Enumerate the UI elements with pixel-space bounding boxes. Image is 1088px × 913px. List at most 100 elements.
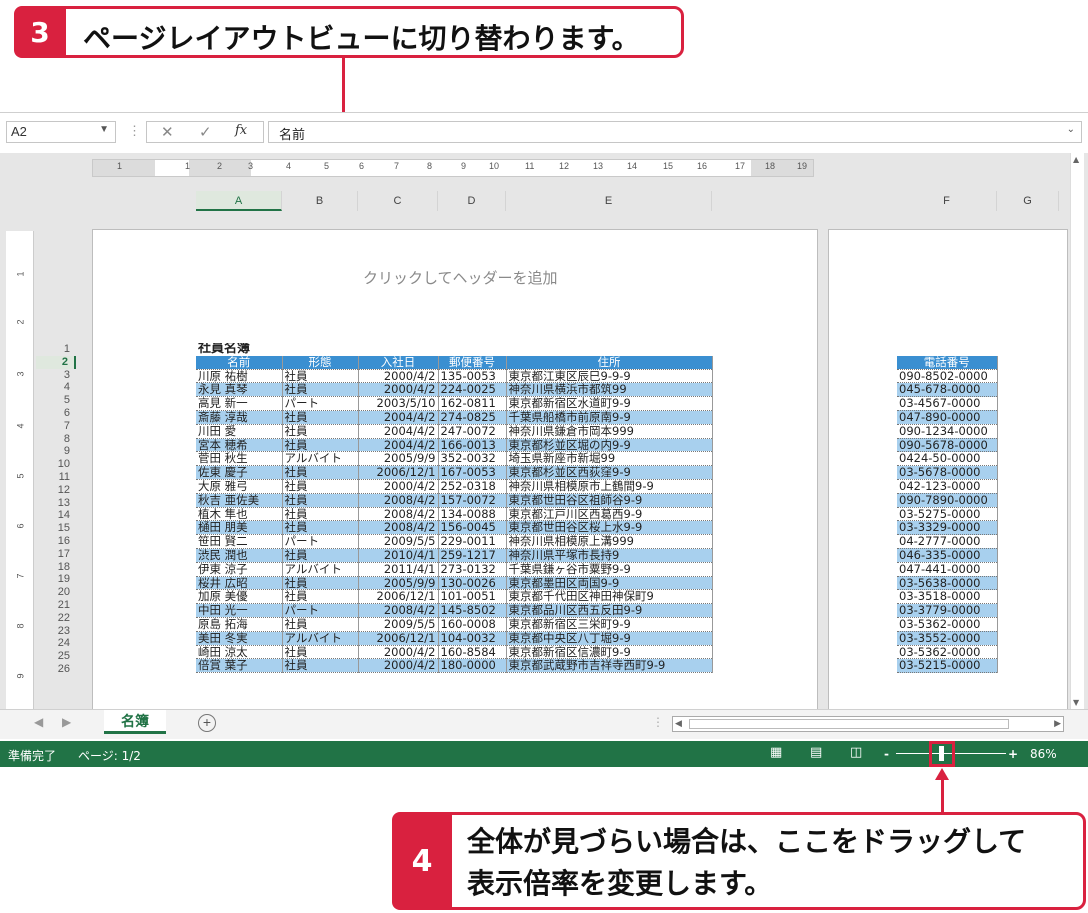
empty-cell[interactable] xyxy=(282,673,358,686)
table-cell[interactable]: 2004/4/2 xyxy=(358,424,439,439)
table-cell[interactable]: 145-8502 xyxy=(438,603,507,618)
column-header-cell[interactable]: 住所 xyxy=(506,355,713,370)
table-cell[interactable]: 2006/12/1 xyxy=(358,589,439,605)
table-cell[interactable]: 東京都江戸川区西葛西9-9 xyxy=(506,507,713,522)
scroll-left-icon[interactable]: ◀ xyxy=(675,718,682,729)
row-header[interactable]: 13 xyxy=(36,497,76,510)
row-header[interactable]: 4 xyxy=(36,381,76,394)
column-header-f[interactable]: F xyxy=(897,191,997,211)
table-cell[interactable]: 2009/5/5 xyxy=(358,617,439,632)
table-cell[interactable]: 伊東 涼子 xyxy=(196,562,283,577)
row-header[interactable]: 7 xyxy=(36,420,76,433)
table-cell[interactable]: 166-0013 xyxy=(438,438,507,453)
phone-cell[interactable]: 046-335-0000 xyxy=(897,548,998,563)
table-cell[interactable]: 130-0026 xyxy=(438,576,507,591)
table-cell[interactable]: 川田 愛 xyxy=(196,424,283,439)
row-header[interactable]: 5 xyxy=(36,394,76,407)
table-cell[interactable]: 2000/4/2 xyxy=(358,645,439,660)
empty-cell[interactable] xyxy=(506,685,712,698)
header-placeholder[interactable]: クリックしてヘッダーを追加 xyxy=(363,267,558,288)
formula-input[interactable]: 名前 ⌄ xyxy=(268,121,1082,143)
table-cell[interactable]: 東京都杉並区西荻窪9-9 xyxy=(506,465,713,480)
table-cell[interactable]: 社員 xyxy=(282,438,359,453)
table-cell[interactable]: 社員 xyxy=(282,479,359,494)
table-title[interactable]: 社員名簿 xyxy=(196,343,712,356)
table-cell[interactable]: 229-0011 xyxy=(438,534,507,549)
empty-cell[interactable] xyxy=(196,685,282,698)
table-cell[interactable]: 埼玉県新座市新堀99 xyxy=(506,451,713,467)
table-cell[interactable]: 神奈川県相模原上溝999 xyxy=(506,534,713,549)
table-cell[interactable]: 2006/12/1 xyxy=(358,465,439,480)
table-cell[interactable]: 167-0053 xyxy=(438,465,507,480)
table-cell[interactable]: 笹田 賢二 xyxy=(196,534,283,549)
name-box[interactable]: A2 ▼ xyxy=(6,121,116,143)
tab-next-icon[interactable]: ▶ xyxy=(62,715,71,729)
phone-cell[interactable]: 03-3518-0000 xyxy=(897,589,998,605)
row-header[interactable]: 16 xyxy=(36,535,76,548)
table-cell[interactable]: 2004/4/2 xyxy=(358,438,439,453)
table-cell[interactable]: 大原 雅弓 xyxy=(196,479,283,494)
table-cell[interactable]: 東京都品川区西五反田9-9 xyxy=(506,603,713,618)
table-cell[interactable]: 斎藤 淳哉 xyxy=(196,410,283,425)
table-cell[interactable]: パート xyxy=(282,534,359,549)
table-cell[interactable]: 247-0072 xyxy=(438,424,507,439)
table-cell[interactable]: 千葉県鎌ヶ谷市粟野9-9 xyxy=(506,562,713,577)
table-cell[interactable]: 社員 xyxy=(282,507,359,522)
table-cell[interactable]: 東京都新宿区水道町9-9 xyxy=(506,396,713,411)
page-break-preview-icon[interactable]: ◫ xyxy=(850,745,862,760)
table-cell[interactable]: 神奈川県平塚市長持9 xyxy=(506,548,713,563)
table-cell[interactable]: 2005/9/9 xyxy=(358,576,439,591)
table-cell[interactable]: 社員 xyxy=(282,576,359,591)
table-cell[interactable]: 252-0318 xyxy=(438,479,507,494)
cancel-icon[interactable]: ✕ xyxy=(161,123,174,141)
phone-header-cell[interactable]: 電話番号 xyxy=(897,355,998,370)
row-header[interactable]: 3 xyxy=(36,369,76,382)
phone-cell[interactable]: 047-441-0000 xyxy=(897,562,998,577)
sheet-tab-meibo[interactable]: 名簿 xyxy=(104,710,166,734)
table-cell[interactable]: 2004/4/2 xyxy=(358,410,439,425)
add-sheet-icon[interactable]: + xyxy=(198,714,216,732)
phone-cell[interactable]: 090-5678-0000 xyxy=(897,438,998,453)
table-cell[interactable]: 桜井 広昭 xyxy=(196,576,283,591)
phone-cell[interactable]: 03-3779-0000 xyxy=(897,603,998,618)
phone-cell[interactable]: 03-5678-0000 xyxy=(897,465,998,480)
phone-cell[interactable]: 03-3552-0000 xyxy=(897,631,998,646)
table-cell[interactable]: 157-0072 xyxy=(438,493,507,508)
column-header-cell[interactable]: 郵便番号 xyxy=(438,355,507,370)
table-cell[interactable]: 2011/4/1 xyxy=(358,562,439,577)
row-header[interactable]: 26 xyxy=(36,663,76,676)
row-header[interactable]: 19 xyxy=(36,573,76,586)
normal-view-icon[interactable]: ▦ xyxy=(770,745,782,760)
table-cell[interactable]: 高見 新一 xyxy=(196,396,283,411)
row-header[interactable]: 23 xyxy=(36,625,76,638)
table-cell[interactable]: 156-0045 xyxy=(438,520,507,536)
empty-cell[interactable] xyxy=(282,685,358,698)
table-cell[interactable]: 社員 xyxy=(282,424,359,439)
column-header-cell[interactable]: 入社日 xyxy=(358,355,439,370)
row-header[interactable]: 18 xyxy=(36,561,76,574)
table-cell[interactable]: 宮本 穂希 xyxy=(196,438,283,453)
table-cell[interactable]: 352-0032 xyxy=(438,451,507,467)
table-cell[interactable]: 秋吉 亜佐美 xyxy=(196,493,283,508)
row-header[interactable]: 10 xyxy=(36,458,76,471)
phone-cell[interactable]: 03-5215-0000 xyxy=(897,658,998,674)
table-cell[interactable]: 樋田 朋美 xyxy=(196,520,283,536)
table-cell[interactable]: 社員 xyxy=(282,520,359,536)
table-cell[interactable]: 神奈川県横浜市都筑99 xyxy=(506,382,713,398)
row-header[interactable]: 22 xyxy=(36,612,76,625)
empty-cell[interactable] xyxy=(438,685,506,698)
table-cell[interactable]: 2010/4/1 xyxy=(358,548,439,563)
table-cell[interactable]: 104-0032 xyxy=(438,631,507,646)
table-cell[interactable]: 134-0088 xyxy=(438,507,507,522)
table-cell[interactable]: 224-0025 xyxy=(438,382,507,398)
column-header-c[interactable]: C xyxy=(358,191,438,211)
table-cell[interactable]: 社員 xyxy=(282,382,359,398)
table-cell[interactable]: 社員 xyxy=(282,410,359,425)
phone-cell[interactable]: 090-1234-0000 xyxy=(897,424,998,439)
table-cell[interactable]: 社員 xyxy=(282,589,359,605)
table-cell[interactable]: 原島 拓海 xyxy=(196,617,283,632)
row-header[interactable]: 1 xyxy=(36,343,76,356)
row-header[interactable]: 12 xyxy=(36,484,76,497)
row-header[interactable]: 21 xyxy=(36,599,76,612)
table-cell[interactable]: 東京都墨田区両国9-9 xyxy=(506,576,713,591)
